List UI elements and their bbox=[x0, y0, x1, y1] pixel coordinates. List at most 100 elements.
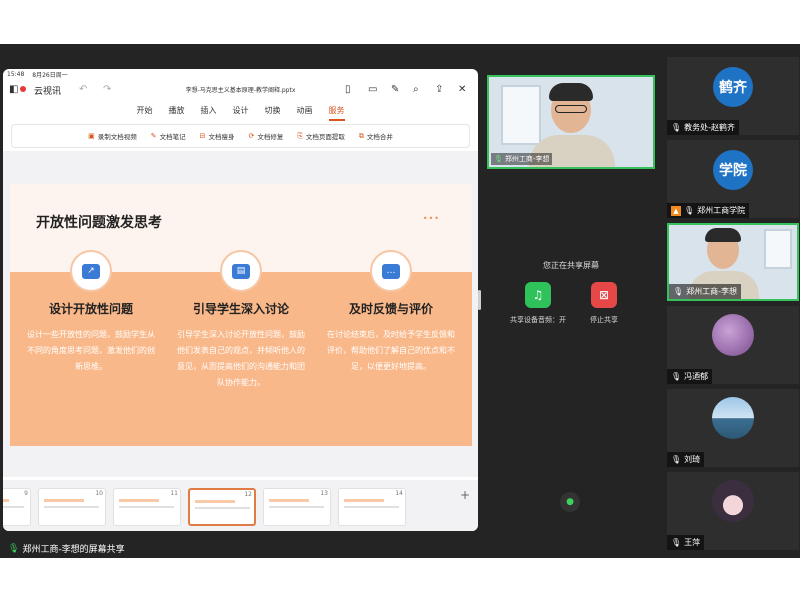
participant-tile[interactable]: 学院 ▲ 🎙 郑州工商学院 bbox=[667, 140, 799, 218]
slide-title: 开放性问题激发思考 bbox=[36, 215, 162, 231]
screen-share-label: 🎙 郑州工商-李想的屏幕共享 bbox=[4, 540, 129, 557]
ribbon-label: 文档修复 bbox=[257, 133, 284, 141]
participant-name-tag: 🎙 郑州工商-李想 bbox=[669, 284, 742, 299]
search-icon[interactable]: ⌕ bbox=[413, 84, 419, 96]
doc-slim-button[interactable]: ⊟ 文档瘦身 bbox=[200, 131, 235, 141]
sharing-status: 您正在共享屏幕 bbox=[543, 261, 599, 270]
record-video-button[interactable]: ▣ 录制文档视频 bbox=[88, 131, 137, 141]
tab-start[interactable]: 开始 bbox=[137, 103, 153, 121]
screen-share-owner: 郑州工商-李想的屏幕共享 bbox=[22, 545, 125, 555]
note-icon: ✎ bbox=[150, 132, 157, 140]
share-audio-button[interactable]: ♫ bbox=[525, 282, 551, 308]
current-slide[interactable]: 开放性问题激发思考 ••• ↗ 设计开放性问题 设计一些开放性的问题，鼓励学生从… bbox=[10, 184, 472, 446]
close-icon[interactable]: ✕ bbox=[458, 84, 466, 96]
ribbon-label: 文档瘦身 bbox=[208, 133, 235, 141]
participant-name-tag: ▲ 🎙 郑州工商学院 bbox=[667, 203, 750, 218]
stop-share-button[interactable]: ⊠ bbox=[591, 282, 617, 308]
slide-thumbnail[interactable]: 10 bbox=[38, 488, 106, 526]
merge-icon: ⧉ bbox=[358, 131, 364, 140]
participant-name-tag: 🎙 王萍 bbox=[667, 535, 705, 550]
avatar: 学院 bbox=[713, 150, 753, 190]
participant-name: 郑州工商-李想 bbox=[686, 287, 738, 296]
extract-icon: ⎘ bbox=[297, 131, 303, 140]
column-body: 在讨论结束后，及时给予学生反馈和评价，帮助他们了解自己的优点和不足，以便更好地提… bbox=[327, 330, 455, 371]
mic-icon: 🎙 bbox=[671, 455, 682, 464]
doc-extract-button[interactable]: ⎘ 文档页面提取 bbox=[297, 131, 345, 142]
file-name: 李想-马克思主义基本原理-教学阐释.pptx bbox=[185, 87, 296, 94]
pen-icon[interactable]: ✎ bbox=[391, 84, 399, 96]
slide-column-2: ▤ 引导学生深入讨论 引导学生深入讨论开放性问题，鼓励他们发表自己的观点，并倾听… bbox=[166, 250, 316, 391]
avatar bbox=[712, 397, 754, 439]
ribbon-tabs: 开始 播放 插入 设计 切换 动画 服务 bbox=[3, 103, 478, 121]
doc-notes-button[interactable]: ✎ 文档笔记 bbox=[151, 131, 186, 141]
doc-repair-button[interactable]: ⟳ 文档修复 bbox=[248, 131, 283, 141]
presenter-video[interactable]: 🎙 郑州工商-李想 bbox=[487, 75, 655, 169]
tab-service[interactable]: 服务 bbox=[328, 103, 345, 121]
participant-tile[interactable]: 鹤齐 🎙 教务处-赵鹤齐 bbox=[667, 57, 799, 135]
participant-tile[interactable]: 🎙 冯迺郁 bbox=[667, 306, 799, 384]
audio-wave-icon: ♫ bbox=[532, 288, 544, 302]
tab-design[interactable]: 设计 bbox=[233, 103, 249, 121]
mic-icon: 🎙 bbox=[8, 543, 20, 554]
avatar bbox=[712, 480, 754, 522]
slide-thumbnail[interactable]: 13 bbox=[263, 488, 331, 526]
organization-icon: ▲ bbox=[671, 205, 681, 216]
split-handle[interactable] bbox=[478, 290, 481, 310]
mic-icon: 🎙 bbox=[684, 206, 695, 215]
slide-column-3: … 及时反馈与评价 在讨论结束后，及时给予学生反馈和评价，帮助他们了解自己的优点… bbox=[316, 250, 466, 375]
mic-icon: ● bbox=[566, 497, 574, 507]
slide-thumbnail-selected[interactable]: 12 bbox=[188, 488, 256, 526]
column-heading: 及时反馈与评价 bbox=[348, 302, 433, 316]
video-icon: ▣ bbox=[88, 132, 95, 140]
status-time: 15:48 bbox=[7, 70, 25, 78]
participant-name: 刘琦 bbox=[684, 455, 701, 464]
mic-icon: 🎙 bbox=[494, 155, 503, 163]
status-date: 8月26日周一 bbox=[32, 71, 68, 79]
reader-icon[interactable]: ▯ bbox=[345, 84, 351, 96]
slide-thumbnails: 9 10 11 12 13 14 + bbox=[3, 480, 478, 531]
mic-icon: 🎙 bbox=[671, 123, 682, 132]
ribbon-label: 文档笔记 bbox=[159, 133, 186, 141]
slide-canvas: 开放性问题激发思考 ••• ↗ 设计开放性问题 设计一些开放性的问题，鼓励学生从… bbox=[3, 151, 478, 477]
avatar bbox=[712, 314, 754, 356]
top-margin bbox=[0, 0, 800, 44]
ribbon-label: 文档合并 bbox=[366, 133, 393, 141]
column-body: 设计一些开放性的问题，鼓励学生从不同的角度思考问题，激发他们的创新思维。 bbox=[27, 330, 155, 371]
presenter-name-tag: 🎙 郑州工商-李想 bbox=[491, 153, 553, 165]
mic-button[interactable]: ● bbox=[560, 492, 580, 512]
tab-play[interactable]: 播放 bbox=[169, 103, 185, 121]
tab-insert[interactable]: 插入 bbox=[201, 103, 217, 121]
column-heading: 设计开放性问题 bbox=[48, 302, 133, 316]
bottom-margin bbox=[0, 558, 800, 600]
shared-tablet-screen: 15:48 8月26日周一 ◧ 云视讯 ↶ ↷ 李想-马克思主义基本原理-教学阐… bbox=[3, 69, 478, 531]
chart-icon: ↗ bbox=[70, 250, 112, 292]
repair-icon: ⟳ bbox=[248, 132, 255, 140]
participant-name-tag: 🎙 教务处-赵鹤齐 bbox=[667, 120, 740, 135]
participant-name-tag: 🎙 冯迺郁 bbox=[667, 369, 713, 384]
contact-card-icon: ▤ bbox=[220, 250, 262, 292]
participant-list: 鹤齐 🎙 教务处-赵鹤齐 学院 ▲ 🎙 郑州工商学院 🎙 郑州工商-李想 🎙 冯迺郁 🎙 刘… bbox=[660, 44, 800, 558]
service-toolbar: ▣ 录制文档视频 ✎ 文档笔记 ⊟ 文档瘦身 ⟳ 文档修复 ⎘ 文档页面提取 ⧉ 文档合并 bbox=[11, 124, 470, 148]
share-icon[interactable]: ⇪ bbox=[435, 84, 443, 96]
slide-thumbnail[interactable]: 14 bbox=[338, 488, 406, 526]
column-heading: 引导学生深入讨论 bbox=[192, 302, 289, 316]
participant-name-tag: 🎙 刘琦 bbox=[667, 452, 705, 467]
doc-merge-button[interactable]: ⧉ 文档合并 bbox=[358, 131, 393, 142]
tab-animation[interactable]: 动画 bbox=[297, 103, 313, 121]
add-slide-icon[interactable]: + bbox=[460, 488, 470, 502]
tab-transition[interactable]: 切换 bbox=[265, 103, 281, 121]
participant-tile[interactable]: 🎙 王萍 bbox=[667, 472, 799, 550]
page-icon[interactable]: ▭ bbox=[368, 84, 377, 96]
ribbon-label: 文档页面提取 bbox=[305, 133, 345, 141]
mic-icon: 🎙 bbox=[673, 287, 684, 296]
participant-tile[interactable]: 🎙 刘琦 bbox=[667, 389, 799, 467]
mic-icon: 🎙 bbox=[671, 538, 682, 547]
share-audio-label: 共享设备音频：开 bbox=[510, 316, 566, 324]
presenter-name: 郑州工商-李想 bbox=[504, 155, 550, 163]
participant-name: 教务处-赵鹤齐 bbox=[684, 123, 736, 132]
slide-thumbnail[interactable]: 9 bbox=[3, 488, 31, 526]
stop-share-label: 停止共享 bbox=[590, 316, 618, 324]
participant-tile-active[interactable]: 🎙 郑州工商-李想 bbox=[667, 223, 799, 301]
slide-thumbnail[interactable]: 11 bbox=[113, 488, 181, 526]
app-titlebar: ◧ 云视讯 ↶ ↷ 李想-马克思主义基本原理-教学阐释.pptx ▯ ▭ ✎ ⌕… bbox=[3, 80, 478, 102]
